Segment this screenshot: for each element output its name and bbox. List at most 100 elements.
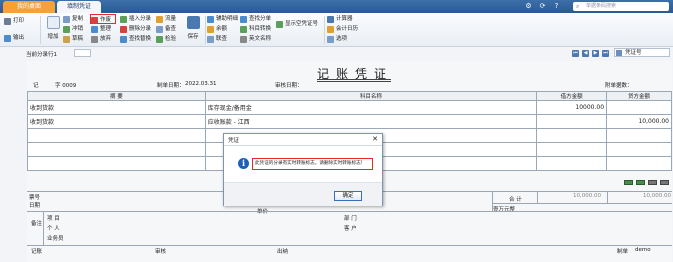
copy-button[interactable]: 复制 xyxy=(63,14,83,24)
flow-icon xyxy=(156,16,163,23)
title-underline xyxy=(317,79,391,80)
summary-cell[interactable] xyxy=(27,156,206,171)
add-icon xyxy=(46,16,60,29)
subject-convert-button[interactable]: 科目转换 xyxy=(240,24,271,34)
debit-cell[interactable] xyxy=(536,128,608,143)
output-button[interactable]: 输出 xyxy=(4,33,24,43)
tab-fill-voucher[interactable]: 填制凭证 xyxy=(57,1,101,13)
note-button[interactable]: 备查 xyxy=(156,24,176,34)
close-icon[interactable]: ✕ xyxy=(372,135,378,143)
show-voucher-no-icon xyxy=(276,21,283,28)
tab-my-desktop[interactable]: 我的桌面 xyxy=(3,1,55,13)
reverse-button[interactable]: 冲销 xyxy=(63,24,83,34)
divider xyxy=(224,145,382,146)
subject-cell[interactable]: 应收账款 - 江西 xyxy=(204,114,538,129)
ok-button[interactable]: 确定 xyxy=(334,191,362,201)
balance-button[interactable]: 余额 xyxy=(207,24,227,34)
customer-label: 客 户 xyxy=(344,226,357,232)
first-record-icon[interactable]: ⏮ xyxy=(572,50,579,57)
summary-cell[interactable] xyxy=(27,142,206,157)
debit-cell[interactable]: 10000.00 xyxy=(536,100,608,115)
find-voucher-button[interactable]: 查找分单 xyxy=(240,14,271,24)
print-button[interactable]: 打印 xyxy=(4,16,24,26)
credit-cell[interactable] xyxy=(606,128,672,143)
refresh-icon[interactable]: ⟳ xyxy=(538,2,547,11)
link-query-button[interactable]: 联查 xyxy=(207,34,227,44)
help-icon[interactable]: ? xyxy=(552,2,561,11)
table-header: 摘 要 科目名称 借方金额 贷方金额 xyxy=(27,91,672,101)
col-debit: 借方金额 xyxy=(536,91,608,101)
find-icon xyxy=(240,16,247,23)
divider xyxy=(205,16,206,44)
total-label: 合 计 xyxy=(509,197,522,203)
english-name-button[interactable]: 英文名称 xyxy=(240,34,271,44)
summary-cell[interactable]: 收到货款 xyxy=(27,114,206,129)
find-replace-button[interactable]: 查找替换 xyxy=(120,34,151,44)
voucher-number[interactable]: 字 0009 xyxy=(55,81,76,89)
add-button[interactable]: 增加 xyxy=(43,15,63,45)
status-icon[interactable] xyxy=(624,180,633,185)
summary-cell[interactable]: 收到货款 xyxy=(27,100,206,115)
credit-cell[interactable] xyxy=(606,156,672,171)
audit-date-label: 审核日期： xyxy=(275,83,303,89)
calculator-icon xyxy=(327,16,334,23)
divider xyxy=(492,203,672,204)
last-record-icon[interactable]: ⏭ xyxy=(602,50,609,57)
accounting-calendar-button[interactable]: 会计日历 xyxy=(327,24,358,34)
divider xyxy=(27,245,672,246)
date-value[interactable]: 2022.03.31 xyxy=(185,81,217,87)
check-icon xyxy=(156,36,163,43)
calculator-button[interactable]: 计算器 xyxy=(327,14,353,24)
prev-record-icon[interactable]: ◀ xyxy=(582,50,589,57)
check-button[interactable]: 检验 xyxy=(156,34,176,44)
delete-entry-button[interactable]: 删除分录 xyxy=(120,24,151,34)
organize-button[interactable]: 整理 xyxy=(91,24,111,34)
copy-icon xyxy=(63,16,70,23)
debit-cell[interactable] xyxy=(536,156,608,171)
status-icon[interactable] xyxy=(648,180,657,185)
save-button[interactable]: 保存 xyxy=(183,15,203,45)
insert-icon xyxy=(120,16,127,23)
voucher-type[interactable]: 记 xyxy=(33,81,39,89)
settings-icon[interactable]: ⚙ xyxy=(524,2,533,11)
output-icon xyxy=(4,35,11,42)
summary-cell[interactable] xyxy=(27,128,206,143)
debit-cell[interactable] xyxy=(536,114,608,129)
void-icon xyxy=(91,17,98,24)
table-row[interactable]: 收到货款 应收账款 - 江西 10,000.00 xyxy=(27,114,672,129)
col-subject: 科目名称 xyxy=(204,91,538,101)
note-icon xyxy=(156,26,163,33)
total-debit: 10,000.00 xyxy=(573,193,601,199)
status-icons xyxy=(624,180,669,185)
current-entry-field[interactable] xyxy=(74,49,91,57)
search-icon xyxy=(616,50,622,56)
search-input[interactable]: ⌕ 单据条码搜索 xyxy=(573,2,669,11)
voucher-no-search[interactable]: 凭证号 xyxy=(614,48,670,57)
show-voucher-no-button[interactable]: 显示空凭证号 xyxy=(276,19,318,29)
note-label: 备注 xyxy=(31,221,43,227)
insert-entry-button[interactable]: 插入分录 xyxy=(120,14,151,24)
next-record-icon[interactable]: ▶ xyxy=(592,50,599,57)
link-icon xyxy=(207,36,214,43)
credit-cell[interactable]: 10,000.00 xyxy=(606,114,672,129)
english-name-icon xyxy=(240,36,247,43)
table-row[interactable]: 收到货款 库存现金/备用金 10000.00 xyxy=(27,100,672,115)
debit-cell[interactable] xyxy=(536,142,608,157)
abandon-button[interactable]: 放弃 xyxy=(91,34,111,44)
subject-cell[interactable]: 库存现金/备用金 xyxy=(204,100,538,115)
aux-detail-button[interactable]: 辅助明细 xyxy=(207,14,238,24)
printer-icon xyxy=(4,18,11,25)
draft-button[interactable]: 草稿 xyxy=(63,34,83,44)
status-icon[interactable] xyxy=(636,180,645,185)
voucher-toolbar: 当前分录行1 ⏮ ◀ ▶ ⏭ 凭证号 xyxy=(0,48,673,60)
col-summary: 摘 要 xyxy=(27,91,206,101)
status-icon[interactable] xyxy=(660,180,669,185)
options-button[interactable]: 选项 xyxy=(327,34,347,44)
flow-button[interactable]: 流量 xyxy=(156,14,176,24)
void-button[interactable]: 作废 xyxy=(90,14,116,24)
divider xyxy=(537,191,538,203)
credit-cell[interactable] xyxy=(606,142,672,157)
credit-cell[interactable] xyxy=(606,100,672,115)
maker-label: 制单 xyxy=(617,249,629,255)
project-label: 项 目 xyxy=(47,216,60,222)
